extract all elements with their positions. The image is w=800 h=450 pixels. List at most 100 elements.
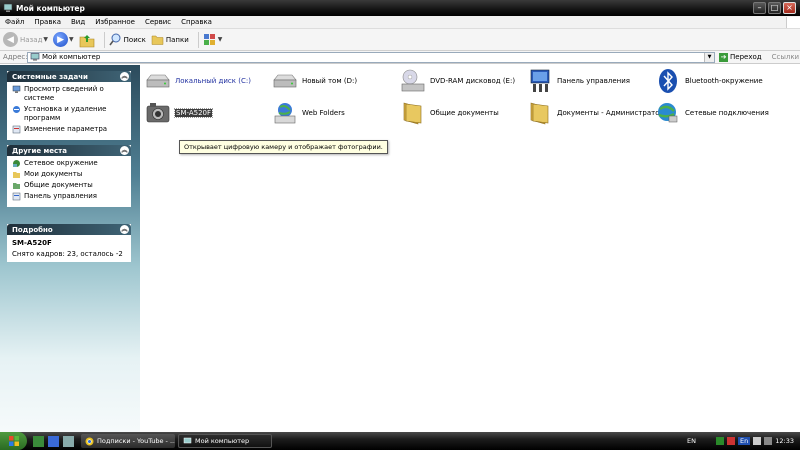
forward-dropdown-icon[interactable]: ▼ [69,36,74,43]
other-places-header[interactable]: Другие места ︽ [7,145,131,156]
network-connections-item[interactable]: Сетевые подключения [654,99,769,127]
control-panel-item[interactable]: Панель управления [526,67,630,95]
collapse-icon[interactable]: ︽ [120,146,129,155]
keyboard-layout[interactable]: En [738,437,751,445]
dvd-drive-icon [399,67,427,95]
folders-label: Папки [165,35,189,44]
taskbar-label: Подписки - YouTube - ... [97,437,175,445]
control-panel-icon [12,125,21,134]
folders-icon [151,35,164,45]
system-tasks-header[interactable]: Системные задачи ︽ [7,71,131,82]
tray-red-icon[interactable] [727,437,736,445]
place-label: Сетевое окружение [24,159,98,167]
camera-item[interactable]: SM-A520F [144,99,214,127]
menu-help[interactable]: Справка [176,18,217,26]
place-control-panel[interactable]: Панель управления [12,192,127,201]
place-network[interactable]: Сетевое окружение [12,159,127,168]
admin-documents-item[interactable]: Документы - Администратор [526,99,664,127]
title-bar: Мой компьютер – □ × [0,0,800,16]
search-button[interactable]: Поиск [109,33,146,46]
details-name: SM-A520F [12,239,52,247]
drive-d-item[interactable]: Новый том (D:) [271,67,357,95]
menu-edit[interactable]: Правка [29,18,66,26]
volume-icon[interactable] [753,437,762,445]
my-computer-icon [3,3,13,12]
collapse-icon[interactable]: ︽ [120,72,129,81]
links-label[interactable]: Ссылки [772,53,800,61]
address-dropdown-icon[interactable]: ▼ [704,52,714,62]
other-places-panel: Другие места ︽ Сетевое окружение Мои док… [7,145,131,207]
network-places-icon [13,160,20,167]
folder-icon [399,99,427,127]
quick-launch-green-icon[interactable] [33,435,44,447]
item-label: Новый том (D:) [302,77,358,85]
minimize-button[interactable]: – [753,2,766,14]
dvd-drive-item[interactable]: DVD-RAM дисковод (E:) [399,67,515,95]
language-indicator[interactable]: EN [687,437,696,445]
details-header[interactable]: Подробно ︽ [7,224,131,235]
task-add-remove-programs[interactable]: Установка и удаление программ [12,105,127,123]
task-label: Установка и удаление программ [24,105,107,122]
go-arrow-icon: ➔ [719,52,728,62]
views-button[interactable]: ▼ [203,33,223,46]
back-dropdown-icon[interactable]: ▼ [43,36,48,43]
back-button[interactable]: ◀ Назад ▼ [3,32,48,47]
drive-c-item[interactable]: Локальный диск (C:) [144,67,251,95]
address-label: Адрес: [3,53,28,61]
item-label: Сетевые подключения [685,109,769,117]
control-panel-icon [526,67,554,95]
task-label: Изменение параметра [24,125,108,133]
taskbar-my-computer[interactable]: Мой компьютер [178,434,272,448]
collapse-icon[interactable]: ︽ [120,225,129,234]
menu-tools[interactable]: Сервис [140,18,176,26]
search-icon [109,33,121,46]
my-documents-icon [13,172,20,178]
go-button[interactable]: ➔ Переход [719,52,762,62]
system-tray: EN En 12:33 [687,432,800,450]
forward-button[interactable]: ▶ ▼ [53,32,74,47]
tray-arrow-icon[interactable] [716,437,725,445]
forward-arrow-icon: ▶ [53,32,69,47]
web-folders-item[interactable]: Web Folders [271,99,345,127]
menu-file[interactable]: Файл [0,18,29,26]
bluetooth-item[interactable]: Bluetooth-окружение [654,67,763,95]
place-shared-documents[interactable]: Общие документы [12,181,127,190]
network-tray-icon[interactable] [764,437,773,445]
place-label: Мои документы [24,170,83,178]
up-folder-button[interactable] [79,32,95,48]
views-icon [203,34,215,45]
item-label: Панель управления [557,77,630,85]
shared-documents-item[interactable]: Общие документы [399,99,499,127]
quick-launch-blue-icon[interactable] [48,435,59,447]
start-button[interactable] [0,432,27,450]
address-value: Мой компьютер [42,53,101,61]
taskbar-youtube[interactable]: Подписки - YouTube - ... [81,434,175,448]
my-computer-icon [30,53,40,61]
place-my-documents[interactable]: Мои документы [12,170,127,179]
details-info: Снято кадров: 23, осталось -2 [12,250,123,258]
control-panel-icon [12,192,21,201]
system-tasks-title: Системные задачи [12,72,88,81]
menu-favorites[interactable]: Избранное [90,18,140,26]
toolbar-separator [197,31,199,48]
task-pane: Системные задачи ︽ Просмотр сведений о с… [0,65,140,432]
camera-icon [144,99,172,127]
show-desktop-icon[interactable] [63,435,74,447]
windows-flag-icon [8,436,19,446]
views-dropdown-icon[interactable]: ▼ [218,36,223,43]
details-title: Подробно [12,225,53,234]
toolbar: ◀ Назад ▼ ▶ ▼ Поиск Папки ▼ [0,29,800,51]
taskbar: Подписки - YouTube - ... Мой компьютер E… [0,432,800,450]
item-label: Локальный диск (C:) [175,77,251,85]
place-label: Панель управления [24,192,97,200]
clock: 12:33 [775,437,794,445]
close-button[interactable]: × [783,2,796,14]
task-view-system-info[interactable]: Просмотр сведений о системе [12,85,127,103]
folders-button[interactable]: Папки [151,33,189,46]
maximize-button[interactable]: □ [768,2,781,14]
menu-view[interactable]: Вид [66,18,90,26]
address-input[interactable]: Мой компьютер ▼ [27,51,715,63]
place-label: Общие документы [24,181,93,189]
add-remove-programs-icon [13,106,20,113]
task-change-setting[interactable]: Изменение параметра [12,125,127,134]
